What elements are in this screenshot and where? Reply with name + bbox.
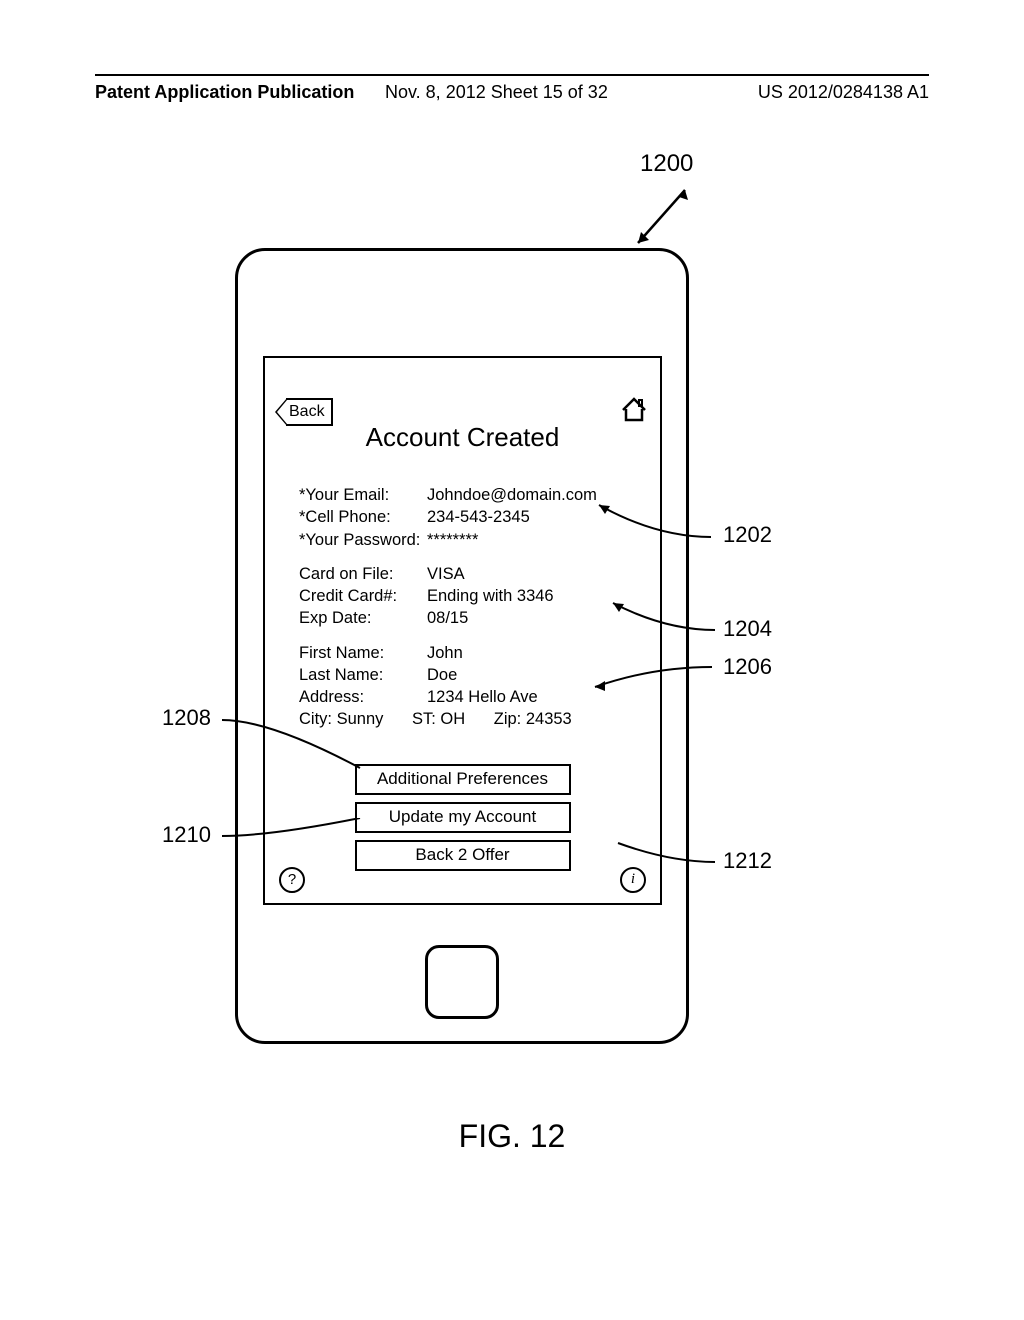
exp-label: Exp Date: [299, 607, 427, 629]
patent-page: Patent Application Publication Nov. 8, 2… [0, 0, 1024, 1320]
email-label: *Your Email: [299, 484, 427, 506]
address-value: 1234 Hello Ave [427, 688, 538, 706]
exp-value: 08/15 [427, 609, 468, 627]
header-rule [95, 74, 929, 76]
ref-1204: 1204 [723, 616, 772, 642]
ref-1202: 1202 [723, 522, 772, 548]
password-value: ******** [427, 531, 478, 549]
credentials-block: *Your Email:Johndoe@domain.com *Cell Pho… [299, 484, 597, 551]
lead-1208 [220, 718, 380, 778]
fname-value: John [427, 644, 463, 662]
lname-value: Doe [427, 666, 457, 684]
back-to-offer-button[interactable]: Back 2 Offer [355, 840, 571, 871]
cell-value: 234-543-2345 [427, 508, 530, 526]
email-value: Johndoe@domain.com [427, 486, 597, 504]
cell-label: *Cell Phone: [299, 506, 427, 528]
ref-1210: 1210 [162, 822, 211, 848]
ref-1208: 1208 [162, 705, 211, 731]
screen-title: Account Created [265, 422, 660, 453]
update-account-button[interactable]: Update my Account [355, 802, 571, 833]
zip-value: Zip: 24353 [494, 710, 572, 728]
ccnum-value: Ending with 3346 [427, 587, 554, 605]
account-info: *Your Email:Johndoe@domain.com *Cell Pho… [299, 484, 597, 743]
ccnum-label: Credit Card#: [299, 585, 427, 607]
fname-label: First Name: [299, 642, 427, 664]
cardfile-value: VISA [427, 565, 465, 583]
header-mid: Nov. 8, 2012 Sheet 15 of 32 [385, 82, 608, 103]
help-icon[interactable]: ? [279, 867, 305, 893]
cardfile-label: Card on File: [299, 563, 427, 585]
ref-1212: 1212 [723, 848, 772, 874]
lname-label: Last Name: [299, 664, 427, 686]
header-right: US 2012/0284138 A1 [758, 82, 929, 103]
home-button[interactable] [425, 945, 499, 1019]
lead-1210 [220, 818, 380, 848]
lead-1202 [596, 502, 731, 552]
ref-1200: 1200 [640, 150, 693, 178]
info-icon[interactable]: i [620, 867, 646, 893]
state-value: ST: OH [412, 710, 465, 728]
lead-arrow-1200 [630, 185, 700, 255]
address-label: Address: [299, 686, 427, 708]
card-block: Card on File:VISA Credit Card#:Ending wi… [299, 563, 597, 630]
password-label: *Your Password: [299, 529, 427, 551]
header-left: Patent Application Publication [95, 82, 354, 103]
phone-device: Back Account Created *Your Email:Johndoe… [235, 248, 689, 1044]
additional-preferences-button[interactable]: Additional Preferences [355, 764, 571, 795]
lead-1206 [592, 664, 732, 694]
lead-1212 [615, 840, 735, 870]
figure-caption: FIG. 12 [0, 1118, 1024, 1155]
lead-1204 [610, 600, 735, 640]
ref-1206: 1206 [723, 654, 772, 680]
